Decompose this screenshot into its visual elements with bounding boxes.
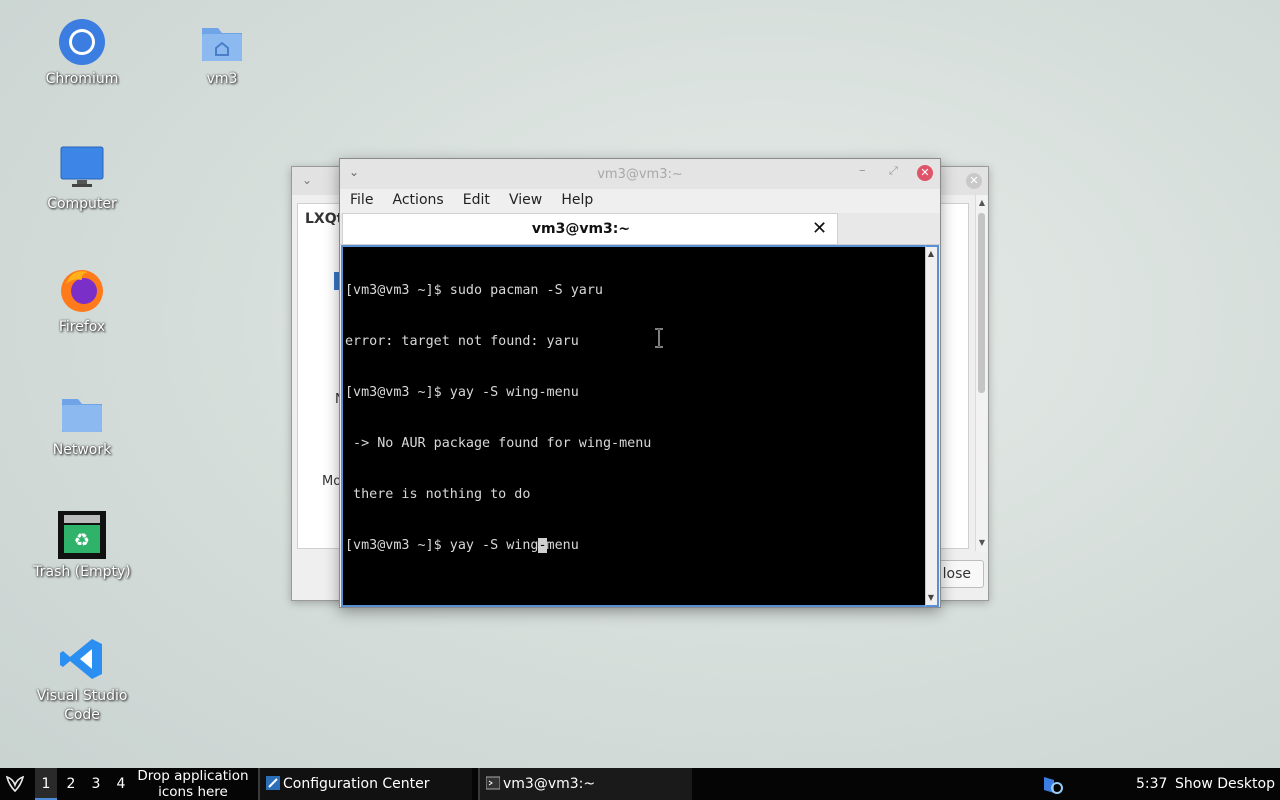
desktop-icon-label: Computer: [47, 196, 117, 212]
window-menu-icon[interactable]: ⌄: [302, 173, 312, 187]
close-icon[interactable]: ✕: [966, 173, 982, 189]
window-title: vm3@vm3:~: [597, 167, 683, 182]
window-titlebar[interactable]: ⌄ vm3@vm3:~ – ⤢ ✕: [340, 159, 940, 189]
scroll-up-icon[interactable]: ▲: [926, 248, 936, 260]
desktop-icon-vscode[interactable]: Visual Studio Code: [22, 635, 142, 725]
terminal-line: -> No AUR package found for wing-menu: [345, 436, 652, 451]
taskbar: 1 2 3 4 Drop application icons here Conf…: [0, 768, 1280, 800]
terminal-line: there is nothing to do: [345, 487, 531, 502]
terminal-window[interactable]: ⌄ vm3@vm3:~ – ⤢ ✕ File Actions Edit View…: [339, 158, 941, 608]
desktop-icon-label: Visual Studio Code: [36, 688, 128, 723]
terminal-line: [vm3@vm3 ~]$ sudo pacman -S yaru: [345, 283, 603, 298]
vertical-scrollbar[interactable]: ▲ ▼: [975, 195, 987, 551]
scroll-thumb[interactable]: [978, 213, 985, 393]
terminal-scrollbar[interactable]: ▲ ▼: [925, 245, 939, 607]
menu-file[interactable]: File: [350, 189, 373, 208]
desktop-switch-3[interactable]: 3: [85, 768, 107, 800]
scroll-up-icon[interactable]: ▲: [976, 197, 988, 209]
ibeam-cursor-icon: [655, 328, 663, 348]
desktop-icon-computer[interactable]: Computer: [22, 143, 142, 214]
scroll-down-icon[interactable]: ▼: [976, 537, 988, 549]
desktop-switch-1[interactable]: 1: [35, 768, 57, 800]
desktop-icon-vm3[interactable]: vm3: [162, 18, 282, 89]
network-folder-icon: [58, 389, 106, 437]
terminal-line: [vm3@vm3 ~]$ yay -S wing-menu: [345, 385, 579, 400]
terminal-tab[interactable]: vm3@vm3:~ ✕: [342, 213, 838, 245]
computer-icon: [58, 143, 106, 191]
desktop-switch-2[interactable]: 2: [60, 768, 82, 800]
show-desktop-button[interactable]: Show Desktop: [1175, 768, 1275, 800]
scroll-down-icon[interactable]: ▼: [926, 592, 936, 604]
desktop-icon-network[interactable]: Network: [22, 389, 142, 460]
desktop-icon-label: Trash (Empty): [33, 564, 131, 580]
terminal-console[interactable]: [vm3@vm3 ~]$ sudo pacman -S yaru error: …: [341, 245, 925, 607]
tab-close-icon[interactable]: ✕: [812, 218, 827, 239]
desktop-icon-label: Firefox: [58, 319, 106, 335]
desktop-icon-label: Chromium: [45, 71, 119, 87]
task-terminal[interactable]: vm3@vm3:~: [478, 768, 692, 800]
terminal-prompt-line[interactable]: [vm3@vm3 ~]$ yay -S wing-menu: [345, 537, 923, 554]
desktop-icon-trash[interactable]: ♻ Trash (Empty): [22, 511, 142, 582]
desktop-icon-label: Network: [52, 442, 112, 458]
trash-icon: ♻: [58, 511, 106, 559]
menu-edit[interactable]: Edit: [463, 189, 490, 208]
firefox-icon: [58, 266, 106, 314]
menu-actions[interactable]: Actions: [393, 189, 444, 208]
quicklaunch-drop-area[interactable]: Drop application icons here: [134, 768, 252, 800]
tray-network-icon[interactable]: [1042, 768, 1066, 800]
desktop-icon-label: vm3: [206, 71, 238, 87]
tab-bar: vm3@vm3:~ ✕: [340, 213, 940, 245]
text-cursor: -: [538, 538, 547, 553]
maximize-icon[interactable]: ⤢: [889, 164, 898, 178]
desktop-switch-4[interactable]: 4: [110, 768, 132, 800]
home-folder-icon: [198, 18, 246, 66]
menu-view[interactable]: View: [509, 189, 542, 208]
task-configuration-center[interactable]: Configuration Center: [258, 768, 472, 800]
start-menu-icon[interactable]: [4, 768, 30, 800]
tab-label: vm3@vm3:~: [531, 221, 631, 237]
close-icon[interactable]: ✕: [917, 165, 933, 181]
minimize-icon[interactable]: –: [859, 163, 866, 178]
prompt-text: [vm3@vm3 ~]$ yay -S wing: [345, 538, 539, 553]
desktop-icon-firefox[interactable]: Firefox: [22, 266, 142, 337]
terminal-line: error: target not found: yaru: [345, 334, 579, 349]
svg-text:♻: ♻: [74, 530, 90, 551]
drop-text-line: icons here: [158, 784, 228, 800]
desktop-icon-chromium[interactable]: Chromium: [22, 18, 142, 89]
vscode-icon: [58, 635, 106, 683]
clock[interactable]: 5:37: [1136, 768, 1167, 800]
drop-text-line: Drop application: [137, 768, 249, 784]
panel-heading: LXQt: [305, 211, 344, 227]
menu-bar: File Actions Edit View Help: [340, 189, 940, 213]
configuration-center-icon: [266, 770, 280, 790]
menu-help[interactable]: Help: [561, 189, 593, 208]
task-label: vm3@vm3:~: [503, 776, 596, 792]
prompt-text-after-cursor: menu: [546, 538, 579, 553]
task-label: Configuration Center: [283, 776, 430, 792]
terminal-icon: [485, 770, 501, 790]
chromium-icon: [58, 18, 106, 66]
